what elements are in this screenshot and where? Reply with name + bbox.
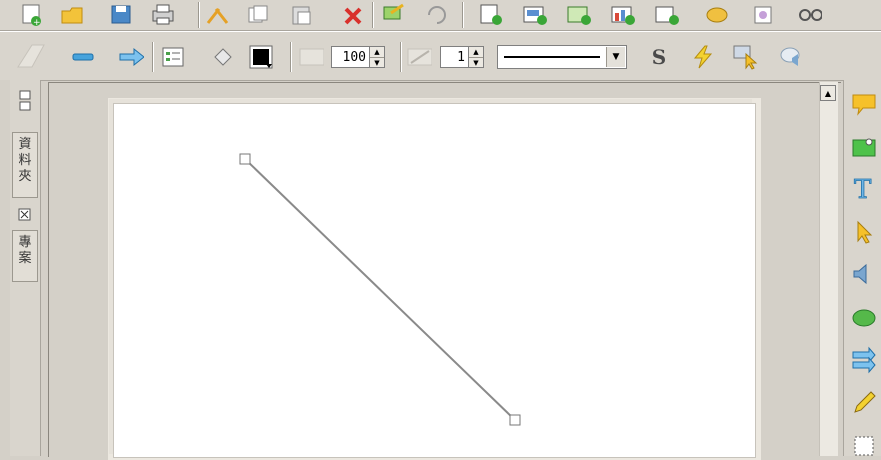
- insert-chart-icon[interactable]: [610, 2, 636, 28]
- shape-icon[interactable]: [850, 304, 878, 332]
- select-arrow-icon[interactable]: [850, 218, 878, 246]
- shadow-label: S: [651, 45, 667, 69]
- media-icon[interactable]: [750, 2, 776, 28]
- format-toolbar: 100 ▲ ▼ 1 ▲ ▼ ▼ S: [0, 31, 881, 81]
- delete-icon[interactable]: [340, 2, 366, 28]
- flow-arrow-icon[interactable]: [850, 346, 878, 374]
- speaker-icon[interactable]: [850, 260, 878, 288]
- close-box-icon[interactable]: [12, 204, 38, 226]
- connector-arrow-icon[interactable]: [14, 42, 54, 68]
- fill-bucket-icon[interactable]: [210, 44, 236, 70]
- cut-icon[interactable]: [205, 2, 231, 28]
- right-tool-palette: T: [843, 80, 881, 456]
- insert-picture-icon[interactable]: [566, 2, 592, 28]
- note-icon[interactable]: [850, 134, 878, 162]
- link-icon[interactable]: [704, 2, 730, 28]
- folder-toggle-icon[interactable]: [12, 84, 38, 124]
- text-tool-icon[interactable]: T: [850, 174, 878, 202]
- audio-bubble-icon[interactable]: [778, 44, 804, 70]
- svg-text:T: T: [854, 175, 872, 202]
- glasses-icon[interactable]: [796, 2, 822, 28]
- line-shape[interactable]: [114, 104, 755, 457]
- properties-icon[interactable]: [160, 44, 186, 70]
- line-end-handle[interactable]: [509, 414, 521, 426]
- copy-icon[interactable]: [245, 2, 271, 28]
- fill-color-swatch[interactable]: [248, 44, 274, 70]
- insert-object-icon[interactable]: [654, 2, 680, 28]
- select-region-icon[interactable]: [732, 44, 758, 70]
- new-page-icon[interactable]: +: [18, 2, 44, 28]
- insert-slide-icon[interactable]: [522, 2, 548, 28]
- open-folder-icon[interactable]: [60, 2, 86, 28]
- left-side-panel: 資 料 夾 專 案: [10, 80, 41, 456]
- line-width-spinner[interactable]: ▲ ▼: [468, 46, 484, 68]
- print-icon[interactable]: [150, 2, 176, 28]
- lightning-icon[interactable]: [690, 44, 716, 70]
- vertical-scrollbar[interactable]: ▲: [819, 82, 838, 456]
- line-style-select[interactable]: ▼: [497, 45, 627, 69]
- paste-icon[interactable]: [288, 2, 314, 28]
- line-tool-icon[interactable]: [70, 44, 96, 70]
- tab-project[interactable]: 專 案: [12, 230, 38, 282]
- line-style-preview: [504, 56, 600, 58]
- scroll-up-button[interactable]: ▲: [820, 85, 836, 101]
- undo-icon[interactable]: [422, 2, 448, 28]
- tab-folder[interactable]: 資 料 夾: [12, 132, 38, 198]
- line-start-handle[interactable]: [239, 153, 251, 165]
- main-toolbar: +: [0, 0, 881, 31]
- shadow-button[interactable]: S: [646, 44, 672, 70]
- opacity-input[interactable]: 100: [331, 46, 369, 68]
- slide-canvas[interactable]: [113, 103, 756, 458]
- insert-page-icon[interactable]: [478, 2, 504, 28]
- pencil-icon[interactable]: [850, 388, 878, 416]
- opacity-icon: [298, 44, 324, 70]
- callout-icon[interactable]: [850, 90, 878, 118]
- svg-text:+: +: [33, 18, 41, 27]
- opacity-spinner[interactable]: ▲ ▼: [369, 46, 385, 68]
- arrow-tool-icon[interactable]: [118, 44, 144, 70]
- save-icon[interactable]: [108, 2, 134, 28]
- selected-line[interactable]: [244, 158, 516, 421]
- line-width-icon: [406, 44, 432, 70]
- insert-image-icon[interactable]: [380, 2, 406, 28]
- chevron-down-icon[interactable]: ▼: [606, 47, 625, 67]
- line-width-input[interactable]: 1: [440, 46, 468, 68]
